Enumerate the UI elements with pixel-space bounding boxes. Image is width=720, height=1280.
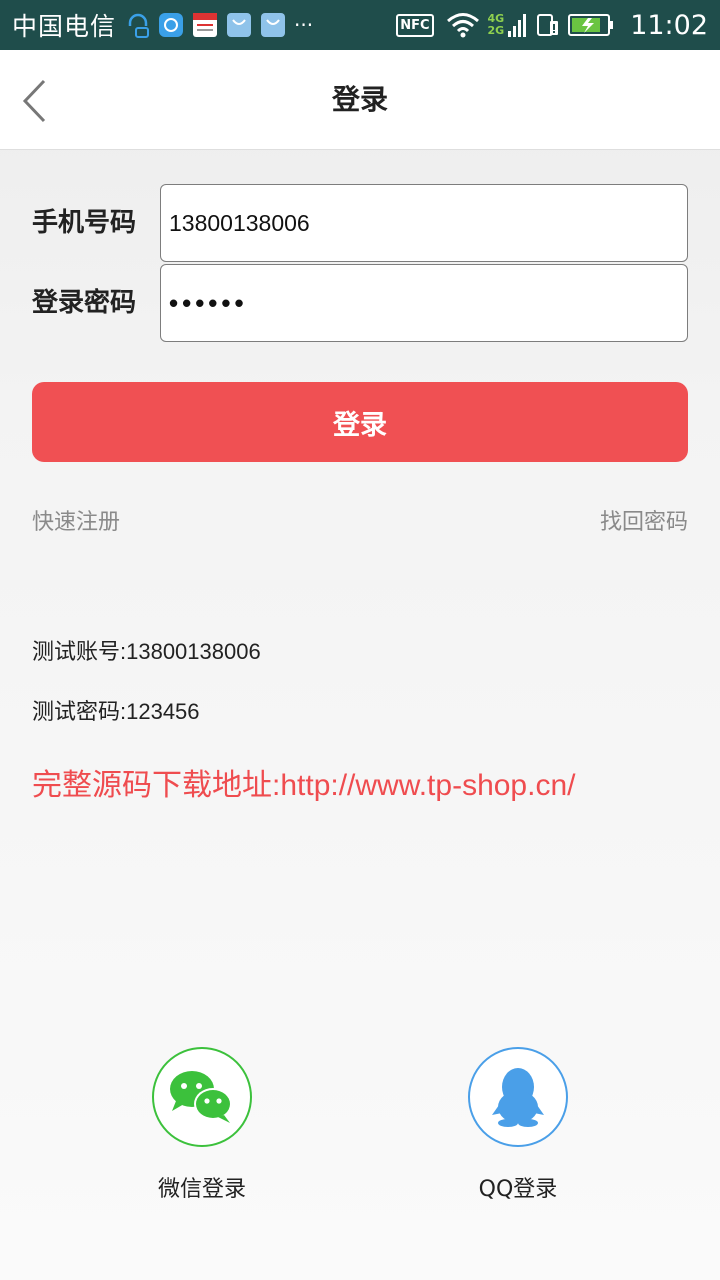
password-input[interactable]: ••••••	[160, 264, 688, 342]
clock: 11:02	[630, 9, 708, 41]
headset-icon	[126, 12, 150, 38]
wechat-circle[interactable]	[152, 1047, 252, 1147]
sim-alert-icon	[536, 11, 560, 39]
more-notifications-icon: ···	[294, 13, 314, 37]
nfc-icon: NFC	[396, 13, 434, 37]
phone-input[interactable]: 13800138006	[160, 184, 688, 262]
phone-row: 手机号码 13800138006	[32, 184, 688, 262]
test-account-text: 测试账号:13800138006	[32, 639, 261, 664]
password-row: 登录密码 ••••••	[32, 264, 688, 342]
register-link[interactable]: 快速注册	[32, 504, 120, 536]
wifi-icon	[446, 12, 480, 38]
qq-login-button[interactable]: QQ登录	[418, 1047, 618, 1203]
app-header: 登录	[0, 50, 720, 150]
battery-icon	[568, 13, 614, 37]
qq-penguin-icon	[492, 1068, 544, 1127]
source-download-link[interactable]: 完整源码下载地址:http://www.tp-shop.cn/	[32, 760, 575, 804]
status-bar: 中国电信 ··· NFC 4G 2G 11:02	[0, 0, 720, 50]
qq-login-label: QQ登录	[478, 1177, 558, 1202]
page-title: 登录	[331, 83, 388, 116]
wechat-login-label: 微信登录	[157, 1177, 246, 1202]
calendar-icon	[192, 12, 218, 38]
password-label: 登录密码	[32, 288, 137, 318]
login-button[interactable]: 登录	[32, 382, 688, 462]
wechat-login-button[interactable]: 微信登录	[102, 1047, 302, 1203]
weather-icon	[158, 12, 184, 38]
wechat-icon	[170, 1071, 232, 1123]
signal-icon	[508, 11, 528, 39]
shopping-bag-icon	[226, 12, 252, 38]
phone-label: 手机号码	[32, 208, 137, 238]
test-password-text: 测试密码:123456	[32, 699, 200, 724]
carrier-name: 中国电信	[12, 12, 117, 41]
qq-circle[interactable]	[468, 1047, 568, 1147]
forgot-password-link[interactable]: 找回密码	[600, 504, 688, 536]
shopping-bag-icon	[260, 12, 286, 38]
network-type: 4G 2G	[487, 12, 505, 37]
